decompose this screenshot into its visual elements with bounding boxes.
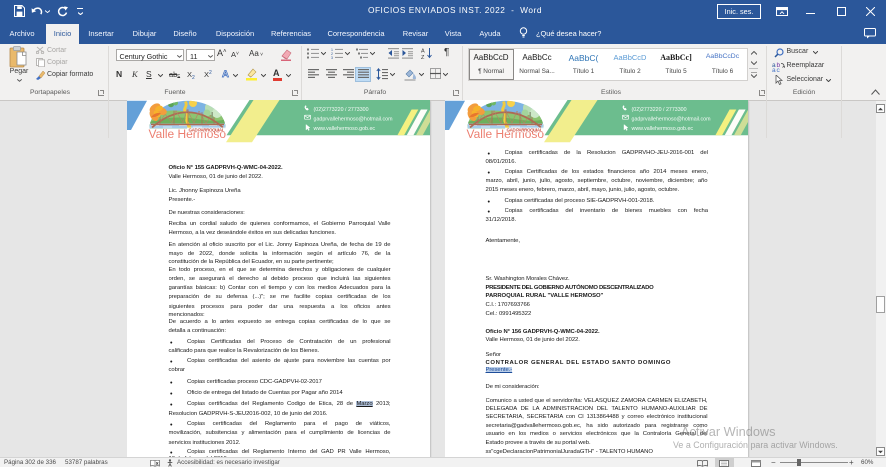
svg-text:a: a xyxy=(772,67,776,72)
svg-text:3: 3 xyxy=(331,56,333,59)
svg-text:GAD PARROQUIAL: GAD PARROQUIAL xyxy=(506,128,542,133)
svg-text:www.vallehermoso.gob.ec: www.vallehermoso.gob.ec xyxy=(631,126,693,132)
svg-text:gadprvallehermoso@hotmail.com: gadprvallehermoso@hotmail.com xyxy=(314,116,394,122)
svg-text:gadprvallehermoso@hotmail.com: gadprvallehermoso@hotmail.com xyxy=(631,116,711,122)
svg-text:www.vallehermoso.gob.ec: www.vallehermoso.gob.ec xyxy=(314,126,376,132)
svg-text:(02)2773220 / 2773300: (02)2773220 / 2773300 xyxy=(631,107,686,113)
svg-text:Z: Z xyxy=(421,55,425,59)
svg-text:(02)2773220 / 2773300: (02)2773220 / 2773300 xyxy=(314,107,369,113)
svg-text:A: A xyxy=(421,49,425,55)
svg-text:GAD PARROQUIAL: GAD PARROQUIAL xyxy=(189,128,225,133)
